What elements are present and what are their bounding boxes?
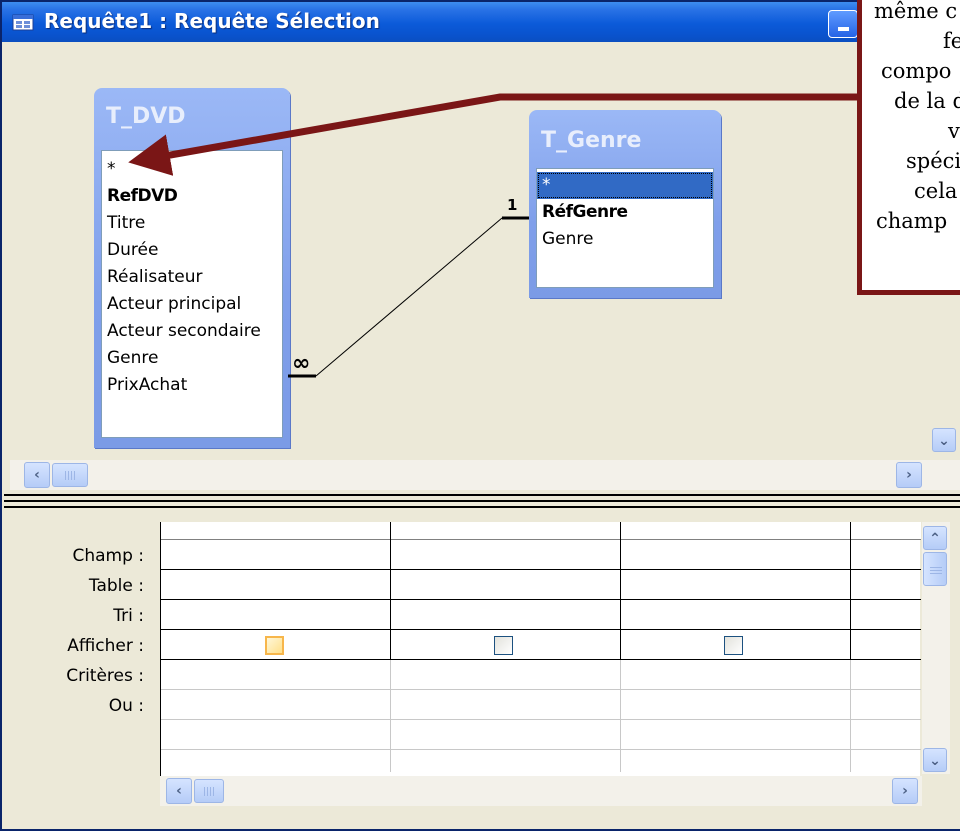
title-bar[interactable]: Requête1 : Requête Sélection bbox=[2, 2, 960, 42]
callout-line-4: de la d bbox=[894, 89, 960, 113]
callout-line-8: champ bbox=[876, 209, 948, 233]
window-title: Requête1 : Requête Sélection bbox=[44, 9, 380, 33]
show-checkbox-col2[interactable] bbox=[494, 636, 513, 655]
grid-row-criteres[interactable] bbox=[161, 660, 921, 690]
query-design-grid[interactable] bbox=[160, 522, 921, 792]
scroll-right-lower-button[interactable]: › bbox=[892, 778, 918, 804]
arrow-right-icon: › bbox=[906, 467, 912, 483]
grid-row-table[interactable] bbox=[161, 570, 921, 600]
grid-row-tri[interactable] bbox=[161, 600, 921, 630]
callout-line-5: vo bbox=[948, 119, 960, 143]
callout-line-6: spécif bbox=[906, 149, 960, 173]
lower-vertical-scroll-thumb[interactable] bbox=[923, 552, 947, 586]
relationship-line[interactable]: 1 ∞ bbox=[10, 44, 960, 496]
lower-scroll-thumb[interactable] bbox=[194, 779, 224, 803]
lower-horizontal-scrollbar[interactable]: ‹ › bbox=[160, 776, 922, 806]
show-checkbox-col3[interactable] bbox=[724, 636, 743, 655]
relationship-one-label: 1 bbox=[507, 196, 517, 214]
minimize-button[interactable] bbox=[828, 10, 858, 38]
grid-column-selectors[interactable] bbox=[161, 522, 921, 540]
row-labels: Champ : Table : Tri : Afficher : Critère… bbox=[4, 540, 150, 720]
arrow-left-icon: ‹ bbox=[34, 467, 40, 483]
row-label-table: Table : bbox=[88, 576, 144, 596]
arrow-right-icon: › bbox=[902, 783, 908, 799]
row-label-tri: Tri : bbox=[113, 606, 144, 626]
callout-line-7: cela i bbox=[914, 179, 960, 203]
row-label-champ: Champ : bbox=[72, 546, 144, 566]
scroll-right-upper-button[interactable]: › bbox=[896, 462, 922, 488]
callout-line-1: même c bbox=[874, 0, 958, 23]
arrow-up-icon: ⌃ bbox=[929, 531, 941, 547]
upper-horizontal-scrollbar[interactable]: ‹ › bbox=[10, 460, 960, 490]
show-checkbox-col1[interactable] bbox=[265, 636, 284, 655]
table-pane[interactable]: T_DVD * RefDVD Titre Durée Réalisateur A… bbox=[10, 44, 960, 496]
arrow-left-icon: ‹ bbox=[176, 783, 182, 799]
design-grid-pane[interactable]: Champ : Table : Tri : Afficher : Critère… bbox=[4, 508, 960, 826]
scroll-down-lower-button[interactable]: ⌄ bbox=[923, 748, 947, 772]
minimize-icon bbox=[838, 27, 849, 31]
scroll-left-upper-button[interactable]: ‹ bbox=[24, 462, 50, 488]
annotation-callout: même c fe compo de la d vo spécif cela i… bbox=[857, 0, 960, 295]
callout-line-2: fe bbox=[943, 29, 960, 53]
relationship-many-label: ∞ bbox=[292, 351, 310, 376]
query-icon bbox=[12, 14, 34, 31]
upper-scroll-thumb[interactable] bbox=[52, 463, 88, 487]
query-window: Requête1 : Requête Sélection T_DVD * Ref… bbox=[0, 0, 960, 831]
lower-vertical-scrollbar[interactable]: ⌃ ⌄ bbox=[922, 522, 950, 774]
callout-line-3: compo bbox=[881, 59, 952, 83]
scroll-left-lower-button[interactable]: ‹ bbox=[166, 778, 192, 804]
scroll-down-upper-button[interactable]: ⌄ bbox=[932, 428, 956, 452]
row-label-criteres: Critères : bbox=[66, 666, 144, 686]
grid-row-extra-1[interactable] bbox=[161, 720, 921, 750]
grid-row-champ[interactable] bbox=[161, 540, 921, 570]
scroll-up-lower-button[interactable]: ⌃ bbox=[923, 526, 947, 550]
arrow-down-icon: ⌄ bbox=[929, 753, 941, 769]
row-label-afficher: Afficher : bbox=[67, 636, 144, 656]
grid-row-ou[interactable] bbox=[161, 690, 921, 720]
pane-splitter[interactable] bbox=[4, 494, 960, 508]
row-label-ou: Ou : bbox=[108, 696, 144, 716]
arrow-down-icon: ⌄ bbox=[938, 433, 950, 449]
